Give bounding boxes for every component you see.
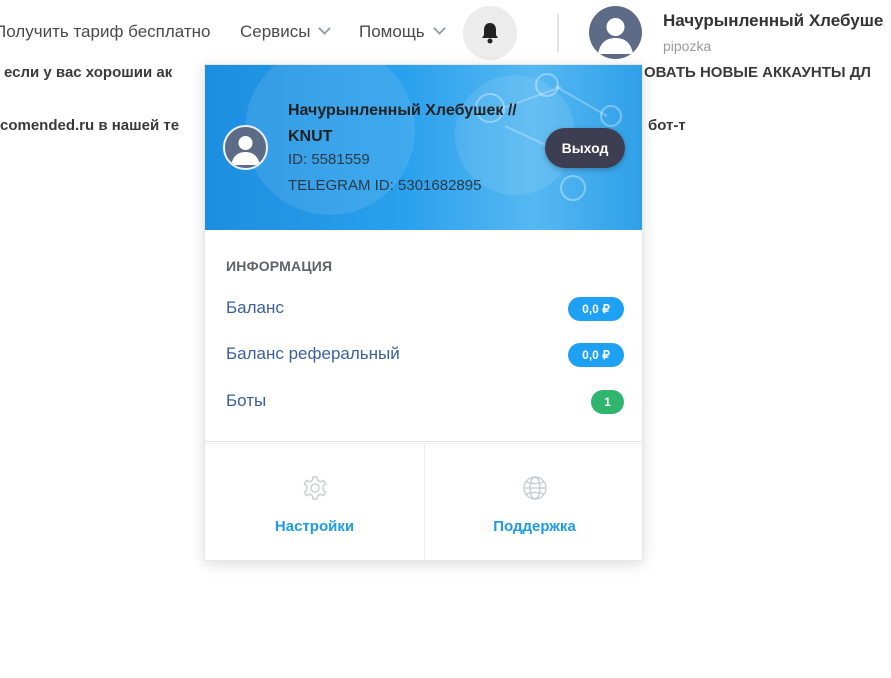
notifications-button[interactable] [463,6,517,60]
balance-badge: 0,0 ₽ [568,297,624,321]
chevron-down-icon [318,22,332,35]
user-login: pipozka [663,38,712,54]
settings-label: Настройки [274,518,355,535]
logout-button[interactable]: Выход [545,128,625,168]
profile-telegram-id: TELEGRAM ID: 5301682895 [288,177,482,194]
nav-free-plan-label: Получить тариф бесплатно [0,22,211,41]
nav-help-menu[interactable]: Помощь [359,22,446,42]
header-decoration [600,105,622,127]
info-row-label[interactable]: Боты [226,391,266,411]
info-row-label[interactable]: Баланс реферальный [226,344,400,364]
avatar-icon [231,136,260,165]
profile-name: Начурынленный Хлебушек // KNUT [288,102,517,145]
settings-button[interactable]: Настройки [205,444,424,560]
nav-services-menu[interactable]: Сервисы [240,22,332,42]
info-row-label[interactable]: Баланс [226,298,284,318]
info-row-referral-balance[interactable]: Баланс реферальный 0,0 ₽ [205,340,642,370]
info-section-title: ИНФОРМАЦИЯ [226,258,333,274]
globe-icon [523,476,547,500]
page-text-line-1-right: ОВАТЬ НОВЫЕ АККАУНТЫ ДЛ [644,64,871,81]
referral-balance-badge: 0,0 ₽ [568,343,624,367]
top-navbar: Получить тариф бесплатно Сервисы Помощь … [0,0,891,66]
support-button[interactable]: Поддержка [425,444,642,560]
profile-avatar [223,125,268,170]
avatar-icon [598,18,633,54]
chevron-down-icon [432,22,446,35]
page-text-line-2-left: comended.ru в нашей те [0,117,180,134]
support-label: Поддержка [493,518,576,535]
gear-icon [303,476,327,500]
profile-header: Начурынленный Хлебушек // KNUT ID: 55815… [205,65,642,230]
header-decoration [560,175,586,201]
info-row-bots[interactable]: Боты 1 [205,387,642,417]
nav-free-plan-link[interactable]: Получить тариф бесплатно [0,22,210,42]
nav-services-label: Сервисы [240,22,311,41]
section-divider [205,441,642,442]
bell-icon [482,23,498,44]
profile-dropdown: Начурынленный Хлебушек // KNUT ID: 55815… [204,64,643,561]
page-text-line-1-left: если у вас хорошии ак [4,64,173,81]
user-avatar[interactable] [589,6,642,59]
user-name[interactable]: Начурынленный Хлебуше [663,11,883,31]
info-row-balance[interactable]: Баланс 0,0 ₽ [205,294,642,324]
bots-count-badge: 1 [591,390,624,414]
page-text-line-2-right: бот-т [648,117,686,134]
nav-help-label: Помощь [359,22,425,41]
profile-id: ID: 5581559 [288,151,370,168]
nav-divider [557,14,559,52]
